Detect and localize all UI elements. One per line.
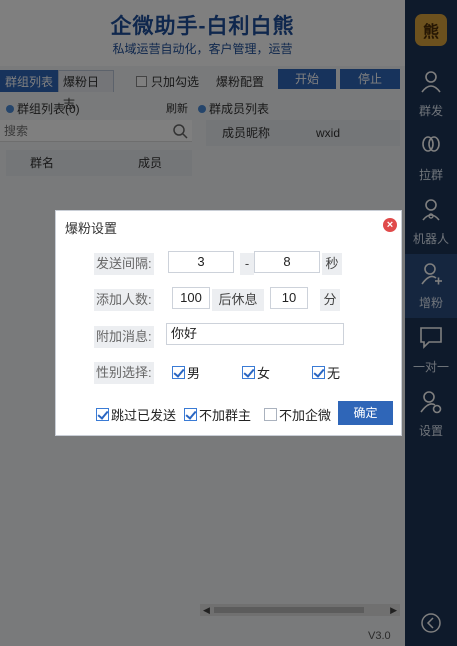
rest-label: 后休息 (212, 289, 264, 311)
gender-none-option[interactable]: 无 (312, 363, 340, 382)
rest-minutes-input[interactable]: 10 (270, 287, 308, 309)
gender-female-label: 女 (257, 366, 271, 381)
message-label: 附加消息: (94, 326, 154, 348)
dialog-title: 爆粉设置 (65, 221, 118, 236)
skip-sent-checkbox[interactable] (96, 408, 109, 421)
interval-max-input[interactable]: 8 (254, 251, 320, 273)
no-wecom-label: 不加企微 (279, 408, 332, 423)
no-owner-label: 不加群主 (199, 408, 252, 423)
interval-separator: - (240, 253, 254, 275)
close-icon[interactable]: × (383, 218, 397, 232)
rest-unit: 分 (320, 289, 340, 311)
fan-settings-dialog: 爆粉设置 × 发送间隔: 3 - 8 秒 添加人数: 100 后休息 10 分 … (55, 210, 402, 436)
no-wecom-option[interactable]: 不加企微 (264, 405, 331, 424)
no-wecom-checkbox[interactable] (264, 408, 277, 421)
skip-sent-option[interactable]: 跳过已发送 (96, 405, 176, 424)
gender-none-label: 无 (327, 366, 341, 381)
confirm-button[interactable]: 确定 (338, 401, 393, 425)
no-owner-checkbox[interactable] (184, 408, 197, 421)
interval-unit: 秒 (322, 253, 342, 275)
skip-sent-label: 跳过已发送 (111, 408, 177, 423)
message-input[interactable]: 你好 (166, 323, 344, 345)
gender-female-checkbox[interactable] (242, 366, 255, 379)
gender-label: 性别选择: (94, 362, 154, 384)
gender-female-option[interactable]: 女 (242, 363, 270, 382)
add-count-input[interactable]: 100 (172, 287, 210, 309)
gender-male-option[interactable]: 男 (172, 363, 200, 382)
interval-min-input[interactable]: 3 (168, 251, 234, 273)
no-owner-option[interactable]: 不加群主 (184, 405, 251, 424)
add-count-label: 添加人数: (94, 289, 154, 311)
gender-none-checkbox[interactable] (312, 366, 325, 379)
gender-male-label: 男 (187, 366, 201, 381)
gender-male-checkbox[interactable] (172, 366, 185, 379)
interval-label: 发送间隔: (94, 253, 154, 275)
